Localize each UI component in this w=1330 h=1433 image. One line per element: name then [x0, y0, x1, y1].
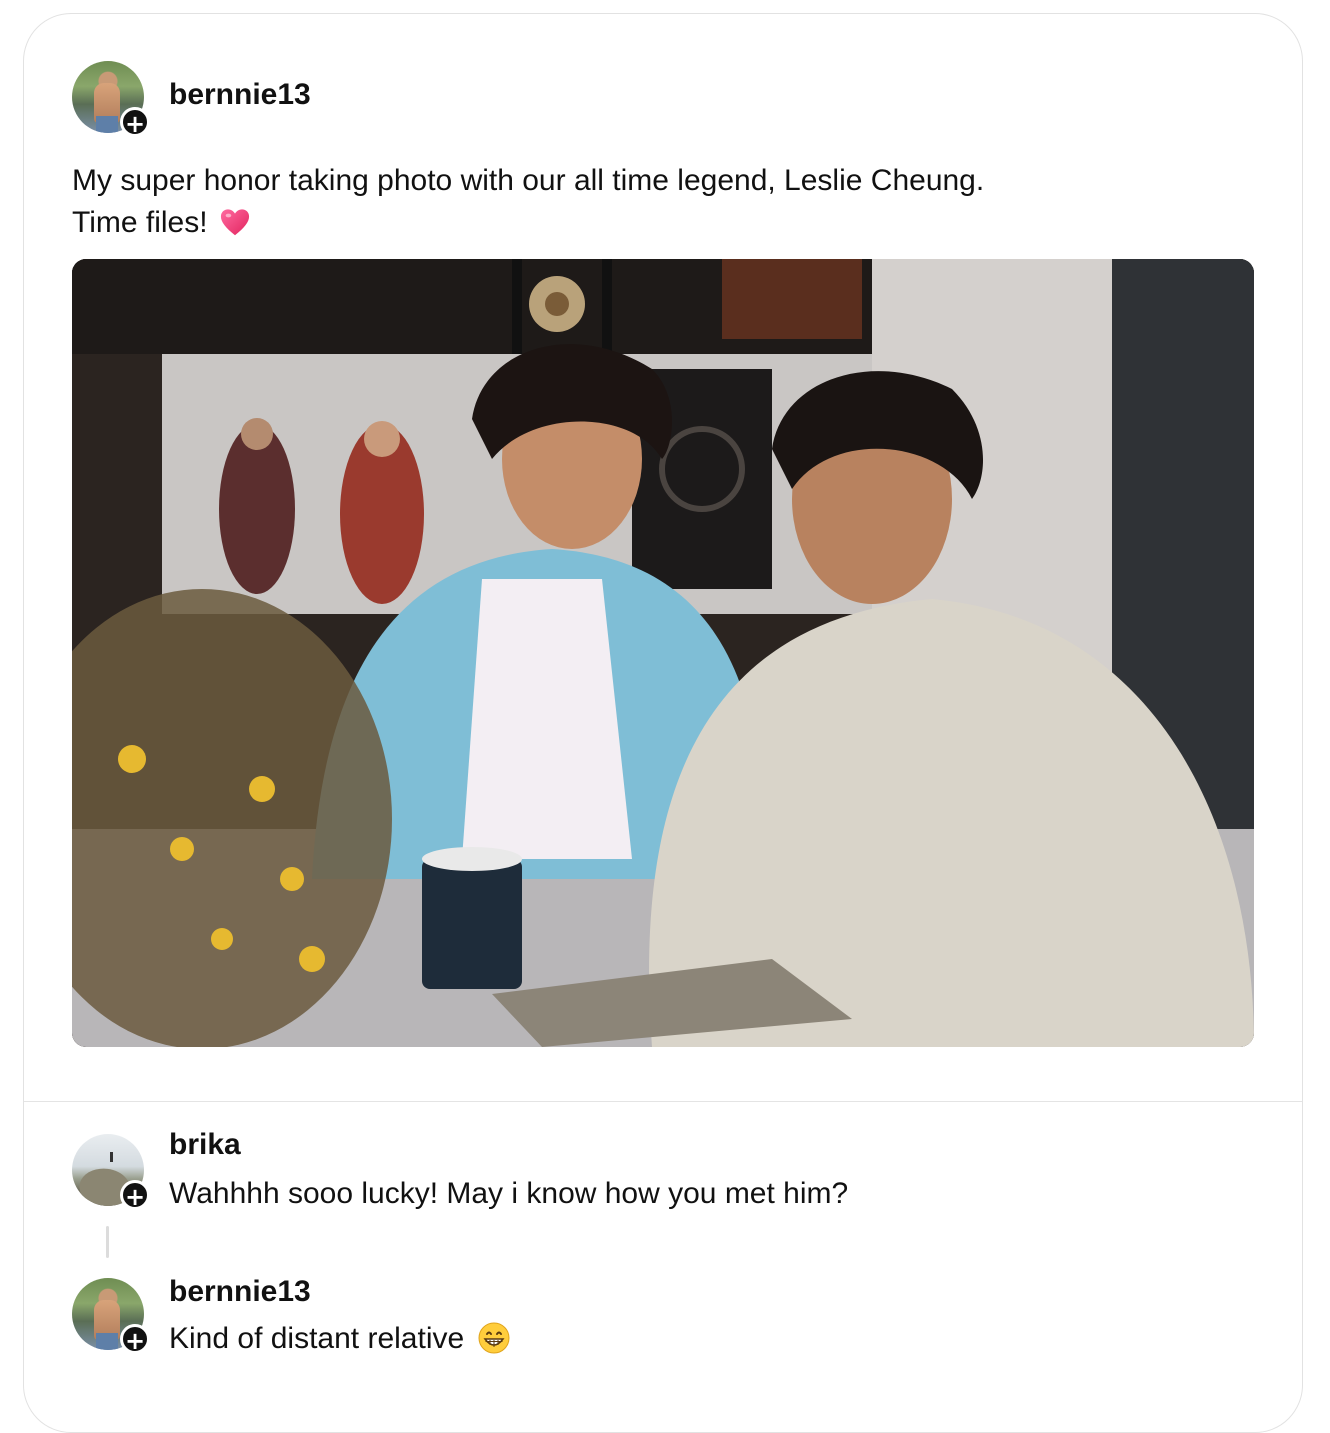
comment-2-body: Kind of distant relative: [169, 1322, 510, 1356]
caption-line-2: Time files!: [72, 202, 1252, 244]
caption-line-2-text: Time files!: [72, 206, 208, 239]
comment-2-avatar[interactable]: +: [72, 1278, 150, 1355]
divider: [24, 1101, 1302, 1102]
post-author-avatar[interactable]: +: [72, 61, 150, 138]
comment-2-username[interactable]: bernnie13: [169, 1275, 311, 1309]
comment-1-text: Wahhhh sooo lucky! May i know how you me…: [169, 1177, 849, 1210]
follow-plus-icon[interactable]: +: [120, 1180, 150, 1211]
photo-image: [72, 259, 1254, 1047]
post-caption: My super honor taking photo with our all…: [72, 160, 1252, 244]
thread-line: [106, 1226, 109, 1258]
grinning-face-icon: [478, 1322, 510, 1354]
comment-2-text: Kind of distant relative: [169, 1322, 465, 1355]
comment-1-avatar[interactable]: +: [72, 1134, 150, 1211]
follow-plus-icon[interactable]: +: [120, 107, 150, 138]
heart-icon: [220, 209, 249, 236]
caption-line-1: My super honor taking photo with our all…: [72, 164, 985, 197]
comment-1-username[interactable]: brika: [169, 1128, 241, 1162]
follow-plus-icon[interactable]: +: [120, 1324, 150, 1355]
post-author-username[interactable]: bernnie13: [169, 78, 311, 112]
post-photo[interactable]: [72, 259, 1254, 1047]
